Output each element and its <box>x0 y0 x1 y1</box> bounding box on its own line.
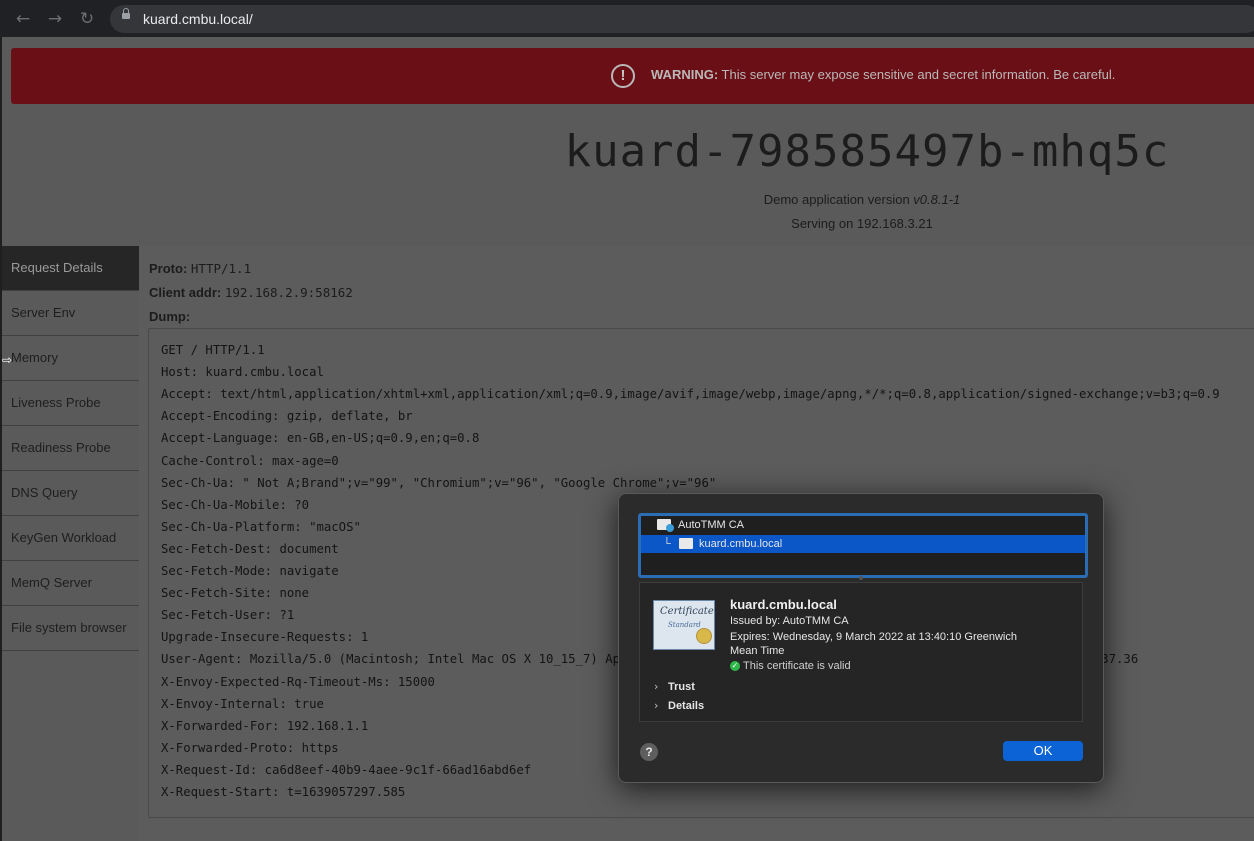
dump-line: X-Forwarded-For: 192.168.1.1 <box>161 718 369 733</box>
trust-disclosure[interactable]: › Trust <box>654 680 695 693</box>
dump-line: Accept: text/html,application/xhtml+xml,… <box>161 387 1220 402</box>
details-disclosure[interactable]: › Details <box>654 699 704 712</box>
dump-line: GET / HTTP/1.1 <box>161 343 265 357</box>
certificate-issuer: Issued by: AutoTMM CA <box>730 615 849 627</box>
dump-line: Sec-Ch-Ua: " Not A;Brand";v="99", "Chrom… <box>161 475 717 490</box>
version-prefix: Demo application version <box>763 192 914 207</box>
dump-line: Sec-Fetch-User: ?1 <box>161 608 295 623</box>
warning-banner: ! WARNING: This server may expose sensit… <box>11 48 1254 104</box>
dump-line: Sec-Ch-Ua-Mobile: ?0 <box>161 497 310 512</box>
dump-line: Host: kuard.cmbu.local <box>161 365 324 380</box>
chain-item-autotmm-ca[interactable]: AutoTMM CA <box>641 516 1085 534</box>
certificate-image-icon: Certificate Standard <box>653 600 715 650</box>
serving-address: Serving on 192.168.3.21 <box>791 216 933 231</box>
client-addr-value: 192.168.2.9:58162 <box>224 285 353 300</box>
certificate-dialog: AutoTMM CA └ kuard.cmbu.local Certificat… <box>618 493 1104 783</box>
proto-field: Proto: HTTP/1.1 <box>149 261 251 276</box>
pod-hostname: kuard-798585497b-mhq5c <box>564 126 1170 177</box>
forward-arrow-icon[interactable]: → <box>44 8 66 30</box>
dump-line: Sec-Fetch-Site: none <box>161 586 310 601</box>
certificate-valid-status: This certificate is valid <box>743 660 851 672</box>
dump-label: Dump: <box>149 309 191 324</box>
proto-value: HTTP/1.1 <box>190 261 252 276</box>
split-resize-handle[interactable] <box>859 576 863 580</box>
dump-line: Sec-Fetch-Mode: navigate <box>161 564 339 578</box>
checkmark-icon: ✓ <box>730 661 740 671</box>
client-addr-label: Client addr: <box>149 285 222 300</box>
help-button[interactable]: ? <box>640 743 658 761</box>
sidebar-nav: Request Details Server Env Memory Livene… <box>2 246 139 841</box>
certificate-info-panel: Certificate Standard kuard.cmbu.local Is… <box>639 582 1083 722</box>
dump-line: X-Forwarded-Proto: https <box>161 740 339 755</box>
sidebar-item-file-system-browser[interactable]: File system browser <box>2 606 139 651</box>
app-version: Demo application version v0.8.1-1 <box>2 192 1254 207</box>
details-label: Details <box>668 700 705 712</box>
dump-line: Sec-Fetch-Dest: document <box>161 541 339 556</box>
ok-button[interactable]: OK <box>1003 741 1083 761</box>
dump-line: X-Request-Id: ca6d8eef-40b9-4aee-9c1f-66… <box>161 762 532 777</box>
dump-line: Upgrade-Insecure-Requests: 1 <box>161 630 369 645</box>
certificate-image-subtitle: Standard <box>668 621 701 629</box>
chevron-right-icon: › <box>654 680 659 693</box>
certificate-image-title: Certificate <box>660 606 714 617</box>
sidebar-item-keygen-workload[interactable]: KeyGen Workload <box>2 516 139 561</box>
chain-item-kuard-cmbu-local[interactable]: └ kuard.cmbu.local <box>641 535 1085 553</box>
sidebar-item-request-details[interactable]: Request Details <box>2 246 139 291</box>
dump-line: X-Envoy-Expected-Rq-Timeout-Ms: 15000 <box>161 674 435 689</box>
client-addr-field: Client addr: 192.168.2.9:58162 <box>149 285 353 300</box>
version-number: v0.8.1-1 <box>913 192 961 207</box>
chevron-right-icon: › <box>654 699 659 712</box>
sidebar-item-memq-server[interactable]: MemQ Server <box>2 561 139 606</box>
sidebar-item-memory[interactable]: Memory <box>2 336 139 381</box>
browser-toolbar: ← → ↻ kuard.cmbu.local/ <box>0 0 1254 37</box>
warning-text: WARNING: This server may expose sensitiv… <box>651 67 1115 82</box>
exclamation-circle-icon: ! <box>611 64 635 88</box>
dump-line: Accept-Encoding: gzip, deflate, br <box>161 409 413 424</box>
back-arrow-icon[interactable]: ← <box>12 8 34 30</box>
chain-item-label: kuard.cmbu.local <box>699 538 783 550</box>
chain-item-label: AutoTMM CA <box>678 519 745 531</box>
dump-field: Dump: <box>149 309 190 324</box>
trust-label: Trust <box>668 681 695 693</box>
sidebar-item-liveness-probe[interactable]: Liveness Probe <box>2 381 139 426</box>
certificate-title: kuard.cmbu.local <box>730 597 837 612</box>
lock-icon[interactable] <box>122 8 130 19</box>
warning-label: WARNING: <box>651 67 719 82</box>
mouse-cursor-icon: ⇨ <box>2 353 13 367</box>
seal-icon <box>696 628 712 644</box>
dump-line: Cache-Control: max-age=0 <box>161 453 339 468</box>
url-text[interactable]: kuard.cmbu.local/ <box>143 11 253 27</box>
dump-line: Accept-Language: en-GB,en-US;q=0.9,en;q=… <box>161 431 480 446</box>
dump-line: X-Envoy-Internal: true <box>161 696 324 711</box>
certificate-chain-list[interactable]: AutoTMM CA └ kuard.cmbu.local <box>638 513 1088 578</box>
proto-label: Proto: <box>149 261 188 276</box>
reload-icon[interactable]: ↻ <box>76 8 98 30</box>
sidebar-item-readiness-probe[interactable]: Readiness Probe <box>2 426 139 471</box>
certificate-authority-icon <box>657 519 674 532</box>
warning-message: This server may expose sensitive and sec… <box>718 67 1116 82</box>
sidebar-item-server-env[interactable]: Server Env <box>2 291 139 336</box>
certificate-expires: Expires: Wednesday, 9 March 2022 at 13:4… <box>730 631 1017 643</box>
tree-branch-icon: └ <box>663 538 671 550</box>
certificate-expires-cont: Mean Time <box>730 645 785 657</box>
address-bar[interactable]: kuard.cmbu.local/ <box>110 5 1254 33</box>
sidebar-item-dns-query[interactable]: DNS Query <box>2 471 139 516</box>
certificate-icon <box>679 538 693 549</box>
dump-line: Sec-Ch-Ua-Platform: "macOS" <box>161 519 361 534</box>
dump-line: X-Request-Start: t=1639057297.585 <box>161 785 406 799</box>
